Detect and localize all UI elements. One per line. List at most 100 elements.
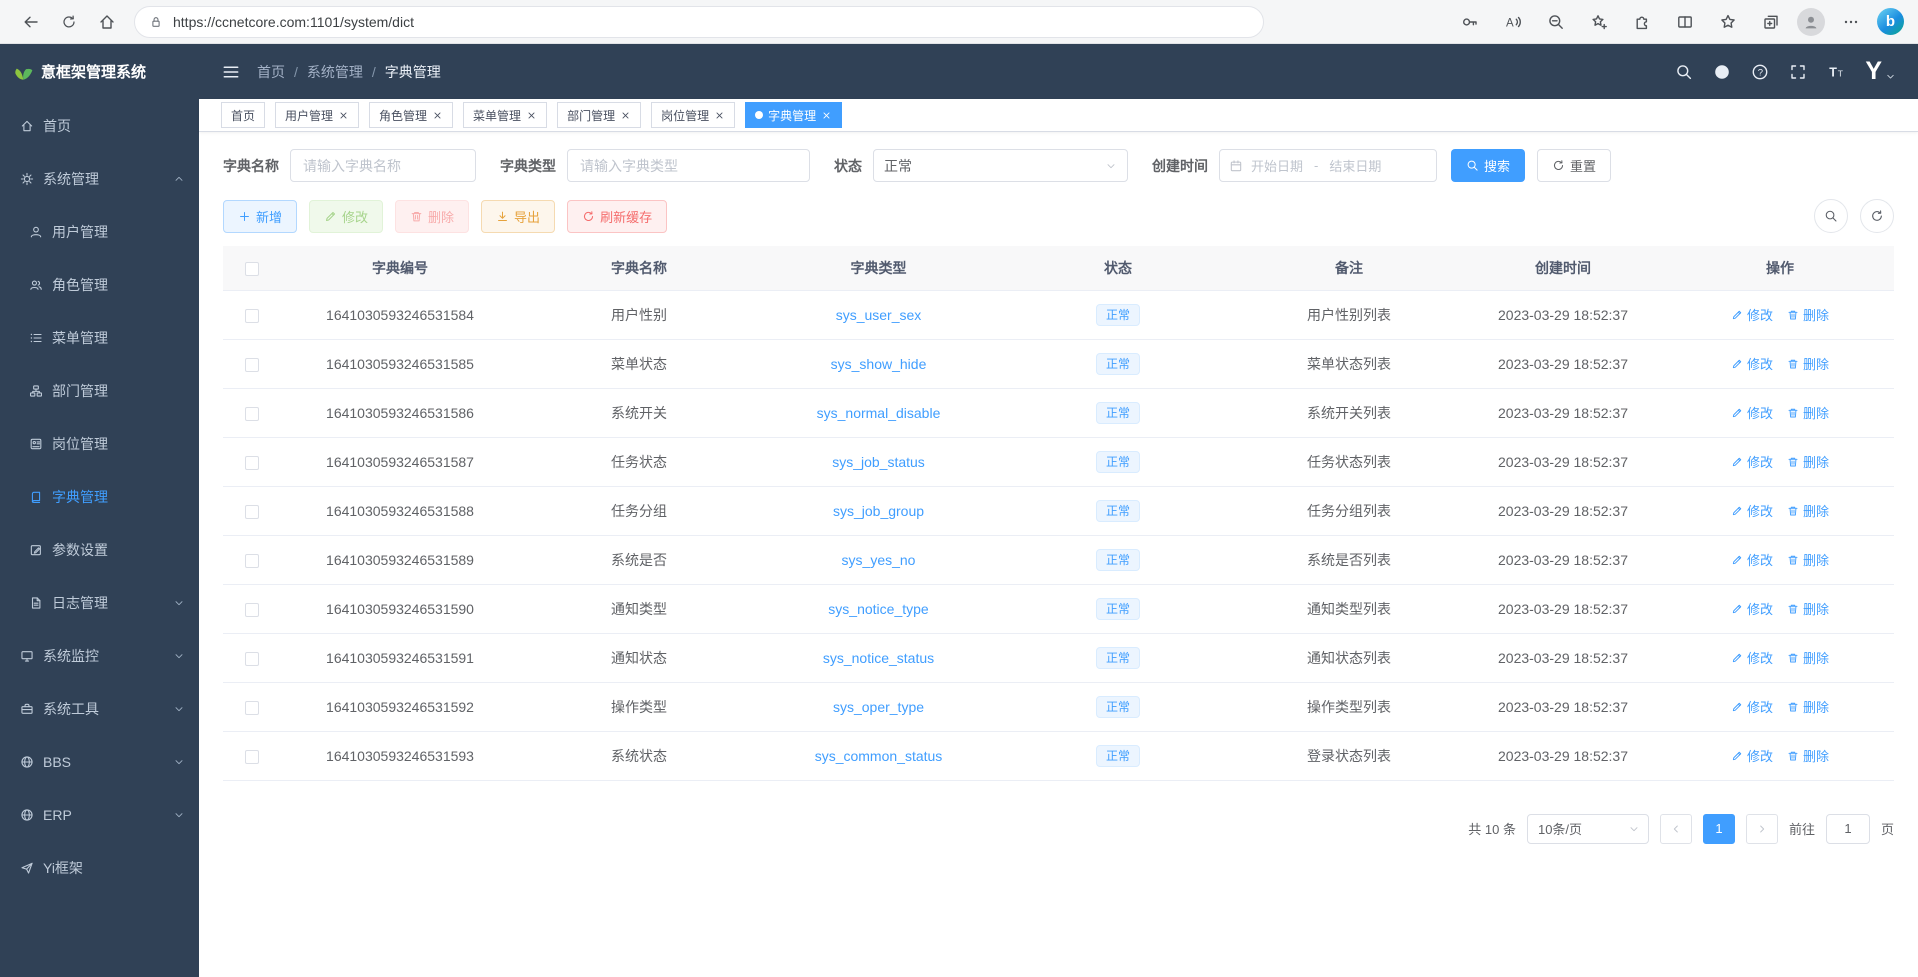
- row-checkbox[interactable]: [245, 407, 259, 421]
- fullscreen-button[interactable]: [1789, 63, 1807, 81]
- sidebar-item[interactable]: 参数设置: [0, 523, 199, 576]
- browser-home-button[interactable]: [90, 5, 124, 39]
- sidebar-item[interactable]: 系统工具: [0, 682, 199, 735]
- address-bar[interactable]: https://ccnetcore.com:1101/system/dict: [134, 6, 1264, 38]
- sidebar-item[interactable]: ERP: [0, 788, 199, 841]
- row-edit-link[interactable]: 修改: [1731, 648, 1773, 667]
- export-button[interactable]: 导出: [481, 200, 555, 233]
- sidebar-item[interactable]: 字典管理: [0, 470, 199, 523]
- close-icon[interactable]: [338, 110, 349, 121]
- sidebar-item[interactable]: 菜单管理: [0, 311, 199, 364]
- row-delete-link[interactable]: 删除: [1787, 599, 1829, 618]
- add-button[interactable]: 新增: [223, 200, 297, 233]
- close-icon[interactable]: [620, 110, 631, 121]
- edit-button[interactable]: 修改: [309, 200, 383, 233]
- favorites-button[interactable]: [1711, 5, 1745, 39]
- row-checkbox[interactable]: [245, 505, 259, 519]
- github-link[interactable]: [1713, 63, 1731, 81]
- page-size-select[interactable]: 10条/页: [1527, 814, 1649, 844]
- row-edit-link[interactable]: 修改: [1731, 550, 1773, 569]
- font-size-button[interactable]: [1827, 63, 1845, 81]
- user-menu[interactable]: Y: [1865, 59, 1896, 84]
- page-number-button[interactable]: 1: [1703, 814, 1735, 844]
- row-edit-link[interactable]: 修改: [1731, 354, 1773, 373]
- sidebar-item[interactable]: 用户管理: [0, 205, 199, 258]
- tab[interactable]: 岗位管理: [651, 102, 735, 128]
- close-icon[interactable]: [526, 110, 537, 121]
- row-edit-link[interactable]: 修改: [1731, 403, 1773, 422]
- bing-chat-button[interactable]: b: [1877, 8, 1904, 35]
- breadcrumb-system[interactable]: 系统管理: [307, 62, 363, 82]
- sidebar-toggle-button[interactable]: [221, 62, 241, 82]
- row-checkbox[interactable]: [245, 750, 259, 764]
- date-range-picker[interactable]: 开始日期 - 结束日期: [1219, 149, 1437, 182]
- row-delete-link[interactable]: 删除: [1787, 452, 1829, 471]
- sidebar-item[interactable]: 岗位管理: [0, 417, 199, 470]
- sidebar-item[interactable]: 系统监控: [0, 629, 199, 682]
- close-icon[interactable]: [821, 110, 832, 121]
- row-delete-link[interactable]: 删除: [1787, 403, 1829, 422]
- prev-page-button[interactable]: [1660, 814, 1692, 844]
- search-button[interactable]: 搜索: [1451, 149, 1525, 182]
- sidebar-item[interactable]: 系统管理: [0, 152, 199, 205]
- refresh-table-button[interactable]: [1860, 199, 1894, 233]
- sidebar-item[interactable]: 日志管理: [0, 576, 199, 629]
- dict-type-link[interactable]: sys_common_status: [815, 748, 943, 764]
- sidebar-item[interactable]: 角色管理: [0, 258, 199, 311]
- dict-type-link[interactable]: sys_oper_type: [833, 699, 924, 715]
- collections-button[interactable]: [1754, 5, 1788, 39]
- row-edit-link[interactable]: 修改: [1731, 305, 1773, 324]
- site-permissions-icon[interactable]: [149, 15, 163, 29]
- profile-avatar[interactable]: [1797, 8, 1825, 36]
- dict-type-link[interactable]: sys_user_sex: [836, 307, 922, 323]
- browser-back-button[interactable]: [14, 5, 48, 39]
- close-icon[interactable]: [432, 110, 443, 121]
- tab[interactable]: 部门管理: [557, 102, 641, 128]
- row-delete-link[interactable]: 删除: [1787, 746, 1829, 765]
- tab[interactable]: 字典管理: [745, 102, 842, 128]
- sidebar-item[interactable]: BBS: [0, 735, 199, 788]
- browser-menu-button[interactable]: [1834, 5, 1868, 39]
- row-edit-link[interactable]: 修改: [1731, 501, 1773, 520]
- dict-type-link[interactable]: sys_notice_status: [823, 650, 934, 666]
- row-checkbox[interactable]: [245, 358, 259, 372]
- row-delete-link[interactable]: 删除: [1787, 697, 1829, 716]
- next-page-button[interactable]: [1746, 814, 1778, 844]
- tab[interactable]: 角色管理: [369, 102, 453, 128]
- zoom-button[interactable]: [1539, 5, 1573, 39]
- row-checkbox[interactable]: [245, 701, 259, 715]
- dict-type-link[interactable]: sys_yes_no: [842, 552, 916, 568]
- row-delete-link[interactable]: 删除: [1787, 648, 1829, 667]
- dict-type-link[interactable]: sys_notice_type: [828, 601, 928, 617]
- delete-button[interactable]: 删除: [395, 200, 469, 233]
- dict-type-input[interactable]: [567, 149, 810, 182]
- breadcrumb-home[interactable]: 首页: [257, 62, 285, 82]
- reset-button[interactable]: 重置: [1537, 149, 1611, 182]
- status-select[interactable]: 正常: [873, 149, 1128, 182]
- select-all-checkbox[interactable]: [245, 262, 259, 276]
- goto-page-input[interactable]: [1826, 814, 1870, 844]
- dict-type-link[interactable]: sys_show_hide: [831, 356, 927, 372]
- header-search-button[interactable]: [1675, 63, 1693, 81]
- help-button[interactable]: [1751, 63, 1769, 81]
- sidebar-item[interactable]: 部门管理: [0, 364, 199, 417]
- password-key-button[interactable]: [1453, 5, 1487, 39]
- dict-type-link[interactable]: sys_job_group: [833, 503, 924, 519]
- extensions-button[interactable]: [1625, 5, 1659, 39]
- add-favorite-button[interactable]: [1582, 5, 1616, 39]
- row-delete-link[interactable]: 删除: [1787, 305, 1829, 324]
- close-icon[interactable]: [714, 110, 725, 121]
- tab[interactable]: 用户管理: [275, 102, 359, 128]
- browser-refresh-button[interactable]: [52, 5, 86, 39]
- row-edit-link[interactable]: 修改: [1731, 746, 1773, 765]
- dict-name-input[interactable]: [290, 149, 476, 182]
- refresh-cache-button[interactable]: 刷新缓存: [567, 200, 667, 233]
- split-screen-button[interactable]: [1668, 5, 1702, 39]
- row-checkbox[interactable]: [245, 652, 259, 666]
- row-checkbox[interactable]: [245, 309, 259, 323]
- row-delete-link[interactable]: 删除: [1787, 501, 1829, 520]
- tab[interactable]: 菜单管理: [463, 102, 547, 128]
- dict-type-link[interactable]: sys_normal_disable: [817, 405, 941, 421]
- row-edit-link[interactable]: 修改: [1731, 599, 1773, 618]
- row-edit-link[interactable]: 修改: [1731, 697, 1773, 716]
